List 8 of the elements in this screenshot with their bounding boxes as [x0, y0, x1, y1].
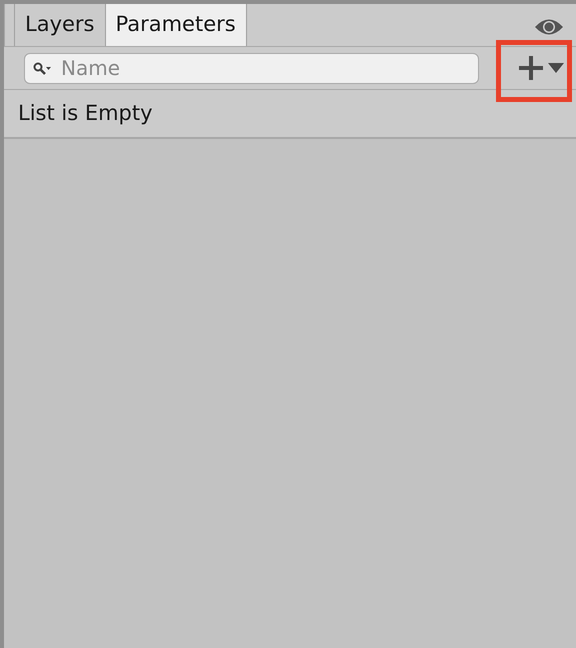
tab[interactable]: Parameters: [106, 4, 247, 46]
search-icon: [33, 62, 53, 76]
tab[interactable]: Layers: [14, 4, 106, 46]
plus-icon: [518, 55, 544, 81]
search-field[interactable]: Name: [24, 52, 479, 84]
empty-list-message: List is Empty: [18, 100, 153, 127]
caret-icon: [548, 63, 564, 73]
eye-icon[interactable]: [534, 18, 564, 36]
